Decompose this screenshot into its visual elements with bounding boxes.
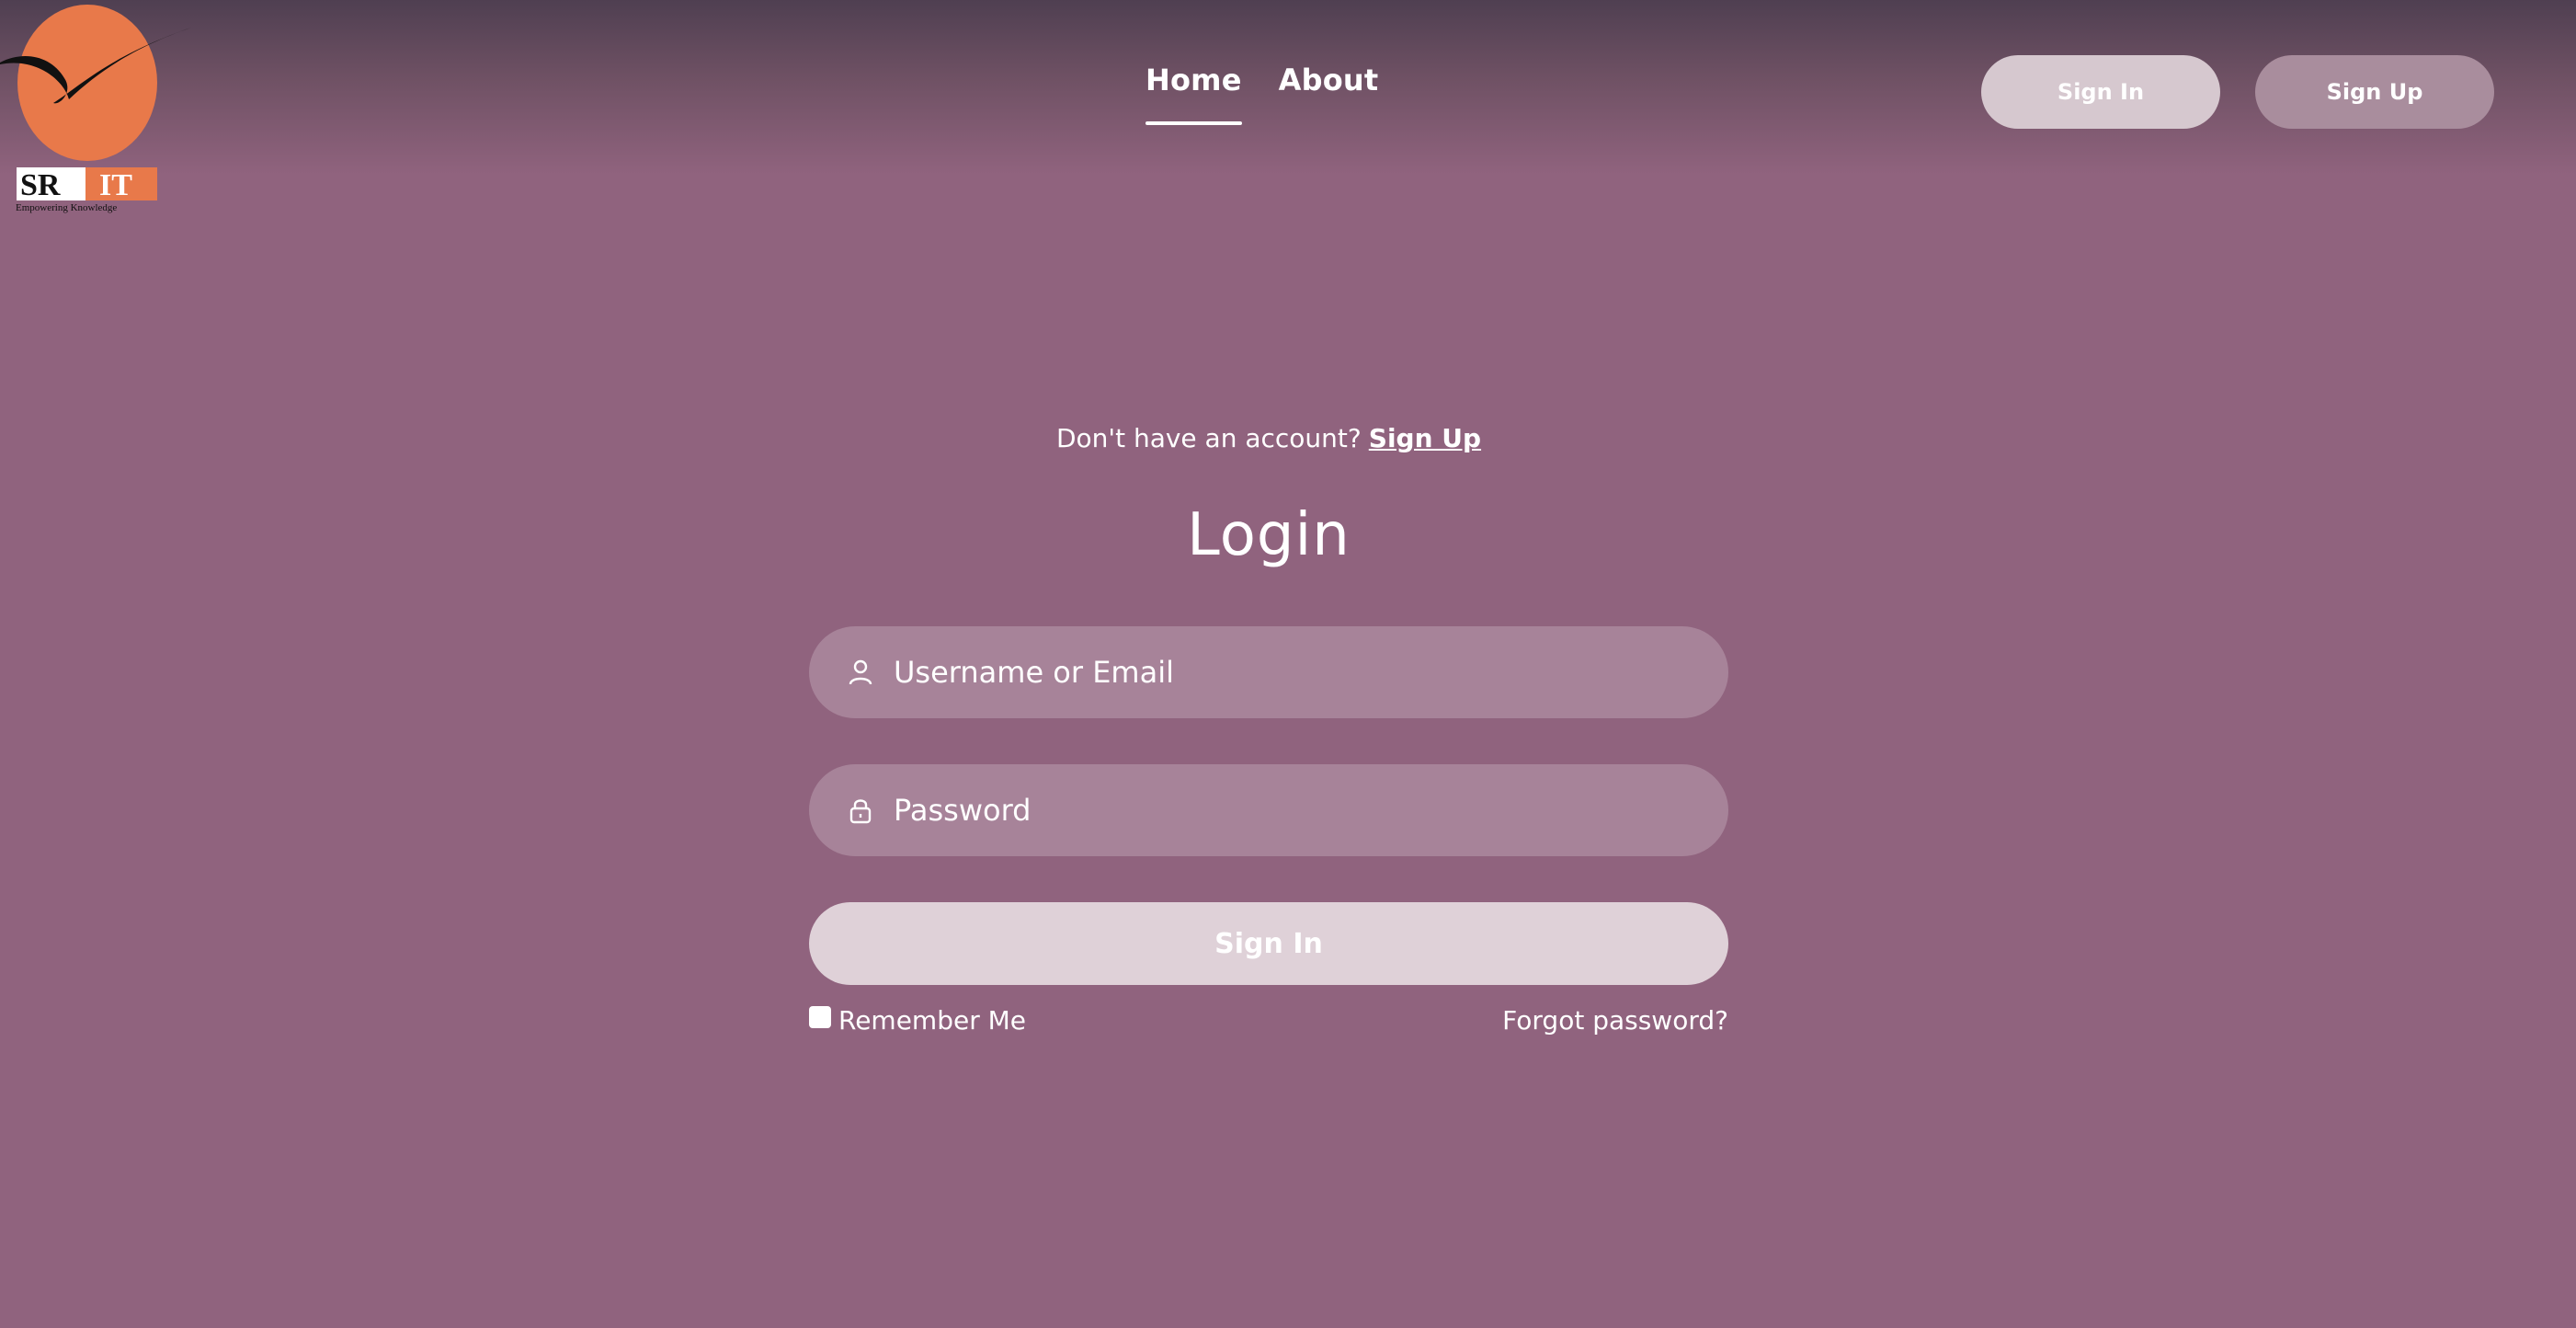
logo-text-left: SR (20, 168, 61, 202)
header-sign-in-button[interactable]: Sign In (1981, 55, 2220, 129)
nav-about[interactable]: About (1279, 63, 1379, 125)
signup-prompt-text: Don't have an account? (1055, 423, 1362, 453)
sign-in-button[interactable]: Sign In (809, 902, 1728, 985)
page-title: Login (1187, 501, 1351, 569)
logo[interactable]: SR IT Empowering Knowledge (0, 0, 193, 221)
form-footer: Remember Me Forgot password? (809, 1005, 1728, 1036)
remember-me-label: Remember Me (838, 1005, 1026, 1036)
nav-home[interactable]: Home (1146, 63, 1242, 125)
signup-prompt: Don't have an account? Sign Up (809, 423, 1728, 453)
signup-link[interactable]: Sign Up (1369, 423, 1481, 453)
username-field[interactable] (809, 626, 1728, 718)
login-form: Don't have an account?Sign Up Login Sign… (809, 423, 1728, 1036)
main-nav: Home About (1146, 63, 1378, 125)
password-field[interactable] (809, 764, 1728, 856)
logo-graphic: SR IT Empowering Knowledge (0, 5, 191, 213)
username-input[interactable] (894, 655, 1728, 690)
password-input[interactable] (894, 793, 1728, 828)
logo-tagline: Empowering Knowledge (16, 202, 117, 213)
user-icon (844, 656, 877, 689)
logo-text-right: IT (99, 168, 132, 202)
remember-me[interactable]: Remember Me (809, 1005, 1026, 1036)
lock-icon (844, 794, 877, 827)
header-sign-up-button[interactable]: Sign Up (2255, 55, 2494, 129)
remember-me-checkbox[interactable] (809, 1005, 831, 1028)
forgot-password-link[interactable]: Forgot password? (1502, 1005, 1728, 1036)
